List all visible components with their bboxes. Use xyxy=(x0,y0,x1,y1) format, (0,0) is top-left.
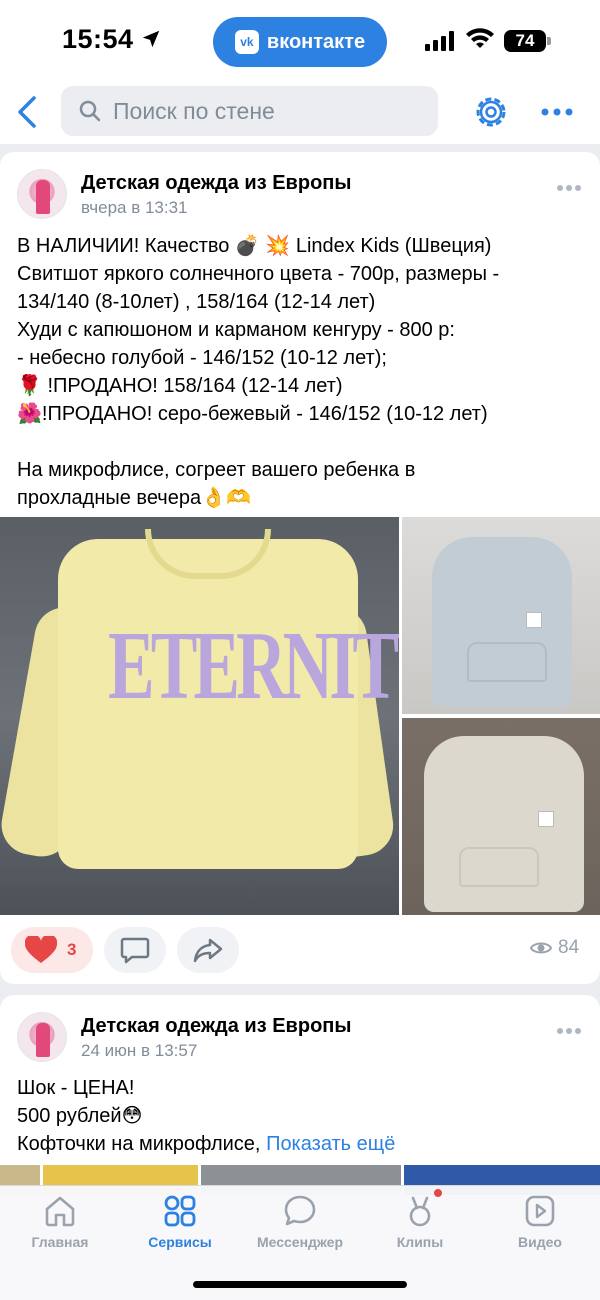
avatar[interactable] xyxy=(17,1012,67,1062)
status-time: 15:54 xyxy=(62,24,134,54)
screen: 15:54 vk вконтакте 74 Поиск по стене Дет… xyxy=(0,0,600,1300)
views-count: 84 xyxy=(558,937,580,958)
post-menu-icon[interactable] xyxy=(556,183,582,193)
tab-messenger[interactable]: Мессенджер xyxy=(240,1186,360,1266)
post-author[interactable]: Детская одежда из Европы xyxy=(81,172,351,195)
show-more-link[interactable]: Показать ещё xyxy=(266,1133,395,1155)
post-text-line: 🌹 !ПРОДАНО! 158/164 (12-14 лет) xyxy=(17,375,343,397)
tab-label: Клипы xyxy=(396,1234,444,1250)
post-text-line: - небесно голубой - 146/152 (10-12 лет); xyxy=(17,347,387,369)
photo-hoodie xyxy=(432,537,572,707)
post-date[interactable]: вчера в 13:31 xyxy=(81,198,188,218)
post-menu-icon[interactable] xyxy=(556,1026,582,1036)
photo-tag xyxy=(538,811,554,827)
back-chevron-icon[interactable] xyxy=(10,92,46,132)
vk-logo-icon: vk xyxy=(234,30,259,54)
services-icon xyxy=(164,1195,196,1227)
search-placeholder: Поиск по стене xyxy=(113,97,275,124)
views-counter: 84 xyxy=(530,937,579,959)
like-button[interactable]: 3 xyxy=(11,927,93,973)
battery-cap xyxy=(547,37,551,45)
clips-icon xyxy=(409,1196,431,1227)
post-actions: 3 84 xyxy=(0,927,600,975)
home-icon xyxy=(45,1196,75,1227)
share-button[interactable] xyxy=(177,927,239,973)
post-text-line: Худи с капюшоном и карманом кенгуру - 80… xyxy=(17,319,455,341)
post-photo-blue-hoodie[interactable] xyxy=(402,517,600,714)
post-text-line: Свитшот яркого солнечного цвета - 700р, … xyxy=(17,263,500,285)
post-text-line: 500 рублей😳 xyxy=(17,1105,143,1127)
post-text-line: Шок - ЦЕНА! xyxy=(17,1077,135,1099)
comment-button[interactable] xyxy=(104,927,166,973)
more-options-icon[interactable] xyxy=(540,104,574,120)
share-icon xyxy=(193,938,223,963)
post-photo-sweatshirt[interactable]: ETERNITY xyxy=(0,517,399,915)
post-text: Шок - ЦЕНА! 500 рублей😳 Кофточки на микр… xyxy=(17,1074,587,1158)
status-bar: 15:54 vk вконтакте 74 xyxy=(0,0,600,80)
post-text-line xyxy=(17,428,587,456)
tab-label: Главная xyxy=(31,1234,89,1250)
post-text-line: 134/140 (8-10лет) , 158/164 (12-14 лет) xyxy=(17,291,376,313)
location-arrow-icon xyxy=(142,30,160,48)
comment-icon xyxy=(120,937,150,964)
clips-notification-dot xyxy=(434,1189,442,1197)
like-count: 3 xyxy=(67,940,77,959)
tab-home[interactable]: Главная xyxy=(0,1186,120,1266)
post-text-line: В НАЛИЧИИ! Качество 💣 💥 Lindex Kids (Шве… xyxy=(17,235,492,257)
photo-pocket xyxy=(459,847,539,887)
gear-icon[interactable] xyxy=(472,93,510,131)
photo-hoodie xyxy=(424,736,584,912)
avatar[interactable] xyxy=(17,169,67,219)
photo-pocket xyxy=(467,642,547,682)
tab-video[interactable]: Видео xyxy=(480,1186,600,1266)
tab-label: Сервисы xyxy=(148,1234,212,1250)
battery-level: 74 xyxy=(504,30,546,52)
post-text: В НАЛИЧИИ! Качество 💣 💥 Lindex Kids (Шве… xyxy=(17,232,587,512)
search-icon xyxy=(79,100,101,122)
post-date[interactable]: 24 июн в 13:57 xyxy=(81,1041,197,1061)
tab-clips[interactable]: Клипы xyxy=(360,1186,480,1266)
tab-label: Мессенджер xyxy=(256,1234,344,1250)
sweatshirt-print: ETERNITY xyxy=(108,612,399,721)
post-photo-beige-hoodie[interactable] xyxy=(402,718,600,915)
post-text-tail: Кофточки на микрофлисе, xyxy=(17,1133,261,1155)
photo-tag xyxy=(526,612,542,628)
heart-icon xyxy=(25,936,57,963)
post-text-line: На микрофлисе, согреет вашего ребенка в xyxy=(17,459,416,481)
post-text-line: Кофточки на микрофлисе, Показать ещё xyxy=(17,1130,587,1158)
wall-post: Детская одежда из Европы вчера в 13:31 В… xyxy=(0,152,600,984)
post-author[interactable]: Детская одежда из Европы xyxy=(81,1015,351,1038)
avatar-figure xyxy=(36,1023,50,1057)
home-indicator[interactable] xyxy=(193,1281,407,1288)
tab-label: Видео xyxy=(518,1234,562,1250)
wifi-icon xyxy=(466,28,494,48)
post-text-line: прохладные вечера👌🫶 xyxy=(17,487,251,509)
eye-icon xyxy=(530,942,552,954)
post-text-line: 🌺!ПРОДАНО! серо-бежевый - 146/152 (10-12… xyxy=(17,403,488,425)
search-input[interactable]: Поиск по стене xyxy=(61,86,438,136)
messenger-icon xyxy=(284,1195,316,1226)
app-switch-pill[interactable]: vk вконтакте xyxy=(213,17,387,67)
avatar-figure xyxy=(36,180,50,214)
video-icon xyxy=(525,1195,555,1227)
app-pill-label: вконтакте xyxy=(266,30,366,53)
top-nav: Поиск по стене xyxy=(0,80,600,144)
cellular-signal-icon xyxy=(425,31,454,51)
tab-services[interactable]: Сервисы xyxy=(120,1186,240,1266)
